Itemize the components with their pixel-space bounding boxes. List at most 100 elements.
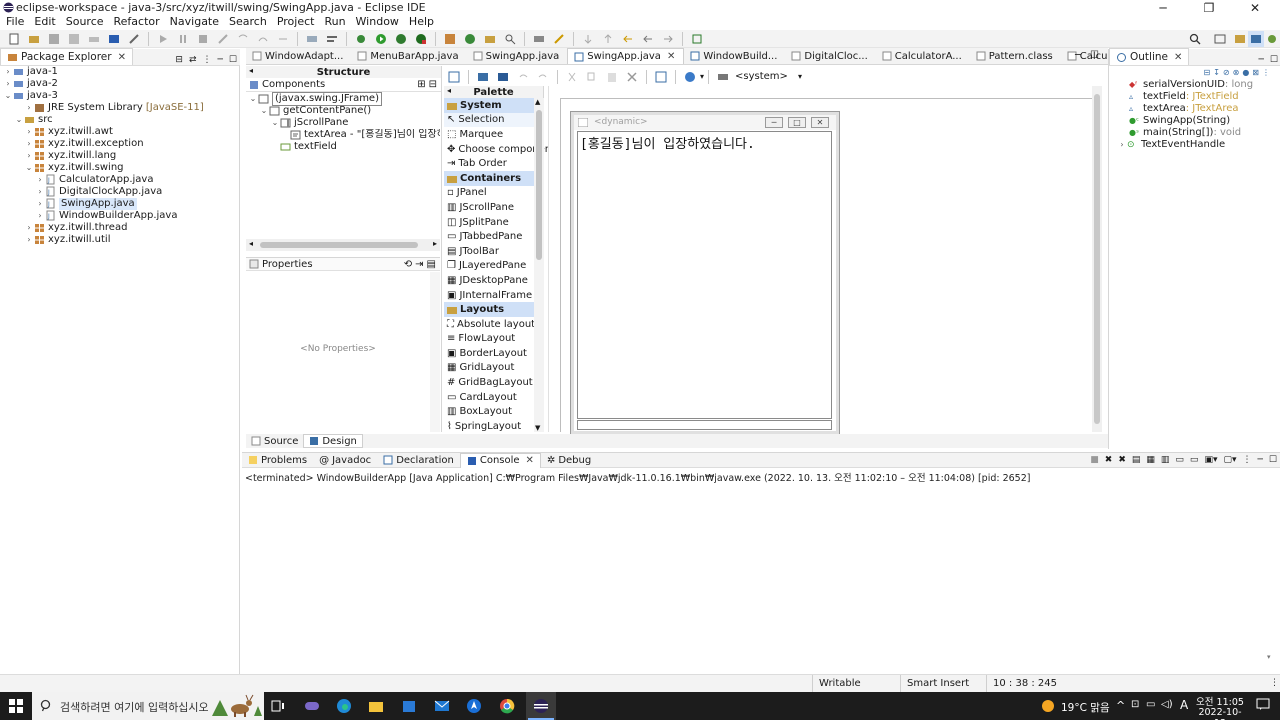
- cut-icon[interactable]: [564, 69, 580, 85]
- maximize-button[interactable]: ❐: [1186, 0, 1232, 15]
- edge-icon[interactable]: [336, 698, 352, 714]
- tree-item-java-file[interactable]: › J CalculatorApp.java: [35, 174, 239, 186]
- menu-help[interactable]: Help: [404, 15, 439, 29]
- jframe-preview[interactable]: <dynamic> ─ □ ✕ [홍길동]님이 입장하였습니다.: [570, 111, 840, 435]
- test-gui-icon[interactable]: [446, 69, 462, 85]
- clear-console-icon[interactable]: ▤: [1129, 455, 1144, 465]
- minimize-view-icon[interactable]: ─: [1256, 55, 1267, 65]
- new-java-class-icon[interactable]: [462, 31, 478, 47]
- scroll-lock-icon[interactable]: ▦: [1143, 455, 1158, 465]
- tree-item-project[interactable]: ⌄ java-3: [3, 90, 239, 102]
- menu-refactor[interactable]: Refactor: [109, 15, 165, 29]
- component-scroll-pane[interactable]: ⌄ jScrollPane: [270, 117, 441, 129]
- outline-field[interactable]: ▵ textArea : JTextArea: [1129, 103, 1280, 115]
- component-text-area[interactable]: textArea - "[홍길동]님이 입장하였습니: [290, 129, 440, 141]
- view-menu-icon[interactable]: ⋮: [1262, 68, 1270, 77]
- editor-tab[interactable]: WindowBuild...: [684, 48, 785, 64]
- palette-item-gridbaglayout[interactable]: # GridBagLayout: [444, 375, 534, 390]
- text-area-preview[interactable]: [홍길동]님이 입장하였습니다.: [577, 131, 832, 419]
- tree-item-java-file-selected[interactable]: › J SwingApp.java: [35, 198, 239, 210]
- pinned-app-icon[interactable]: [466, 698, 482, 714]
- prev-annotation-icon[interactable]: [600, 31, 616, 47]
- console-scroll-down-icon[interactable]: ▾: [1267, 653, 1277, 665]
- tray-overflow-icon[interactable]: ^: [1116, 699, 1125, 712]
- look-and-feel-dropdown-icon[interactable]: ▾: [700, 72, 704, 81]
- save-icon[interactable]: [46, 31, 62, 47]
- maximize-view-icon[interactable]: ☐: [1267, 55, 1280, 65]
- file-explorer-icon[interactable]: [368, 698, 384, 714]
- editor-tab[interactable]: CalculatorA...: [1061, 48, 1108, 64]
- pin-editor-icon[interactable]: [689, 31, 705, 47]
- open-folder-icon[interactable]: [482, 31, 498, 47]
- properties-v-scrollbar[interactable]: [430, 272, 440, 432]
- menu-run[interactable]: Run: [319, 15, 350, 29]
- component-jframe[interactable]: ⌄ (javax.swing.JFrame): [248, 92, 441, 106]
- editor-tab[interactable]: CalculatorA...: [876, 48, 970, 64]
- delete-icon[interactable]: [624, 69, 640, 85]
- eclipse-task-active[interactable]: [526, 692, 556, 720]
- open-type-icon[interactable]: [26, 31, 42, 47]
- forward-icon[interactable]: [660, 31, 676, 47]
- close-tab-icon[interactable]: ✕: [526, 455, 534, 466]
- convert-icon[interactable]: [495, 69, 511, 85]
- palette-item-jtoolbar[interactable]: ▤ JToolBar: [444, 244, 534, 259]
- package-explorer-tab[interactable]: Package Explorer ✕: [0, 48, 133, 65]
- external-tools-icon[interactable]: [413, 31, 429, 47]
- word-wrap-icon[interactable]: [324, 31, 340, 47]
- skip-breakpoints-icon[interactable]: [126, 31, 142, 47]
- toggle-icon[interactable]: [304, 31, 320, 47]
- step-into-icon[interactable]: [235, 31, 251, 47]
- paste-icon[interactable]: [604, 69, 620, 85]
- ime-indicator[interactable]: A: [1180, 698, 1188, 712]
- minimize-view-icon[interactable]: ─: [215, 55, 226, 65]
- java-perspective-icon[interactable]: [1248, 30, 1264, 47]
- search-tool-icon[interactable]: [502, 31, 518, 47]
- step-over-icon[interactable]: [255, 31, 271, 47]
- layout-assistant-icon[interactable]: [653, 69, 669, 85]
- sort-icon[interactable]: ↧: [1213, 68, 1220, 77]
- source-tab[interactable]: Source: [246, 436, 303, 447]
- maximize-editor-icon[interactable]: ☐: [1090, 50, 1099, 61]
- outline-tab[interactable]: Outline ✕: [1109, 48, 1190, 65]
- terminate-icon[interactable]: [195, 31, 211, 47]
- coverage-icon[interactable]: [393, 31, 409, 47]
- word-wrap-console-icon[interactable]: ▥: [1158, 455, 1173, 465]
- tray-app-icon[interactable]: ▭: [1146, 699, 1155, 710]
- link-editor-icon[interactable]: ⇄: [186, 55, 200, 65]
- palette-item-jscrollpane[interactable]: ▥ JScrollPane: [444, 200, 534, 215]
- tree-item-java-file[interactable]: › J DigitalClockApp.java: [35, 186, 239, 198]
- problems-tab[interactable]: Problems: [242, 455, 313, 466]
- tree-item-package[interactable]: › xyz.itwill.thread: [24, 222, 239, 234]
- text-field-preview[interactable]: [577, 420, 832, 430]
- undo-icon[interactable]: [515, 69, 531, 85]
- clock-date[interactable]: 2022-10-13: [1194, 707, 1246, 720]
- debug-tab[interactable]: ✲ Debug: [541, 455, 597, 466]
- menu-source[interactable]: Source: [61, 15, 109, 29]
- canvas-v-scrollbar[interactable]: [1092, 86, 1102, 432]
- palette-item-jpanel[interactable]: ▫ JPanel: [444, 186, 534, 201]
- palette-item-tab-order[interactable]: ⇥ Tab Order: [444, 156, 534, 171]
- view-menu-icon[interactable]: ⋮: [200, 55, 215, 65]
- component-content-pane[interactable]: ⌄ getContentPane(): [259, 105, 441, 117]
- new-java-package-icon[interactable]: [442, 31, 458, 47]
- outline-field[interactable]: ◆ᶠ serialVersionUID : long: [1129, 79, 1280, 91]
- palette-item-springlayout[interactable]: ⌇ SpringLayout: [444, 419, 534, 434]
- goto-definition-icon[interactable]: ⇥: [415, 259, 423, 270]
- console-output[interactable]: [242, 493, 1278, 673]
- view-menu-icon[interactable]: ⋮: [1240, 455, 1255, 465]
- network-icon[interactable]: ⊡: [1131, 699, 1139, 710]
- minimize-button[interactable]: ─: [1140, 0, 1186, 15]
- palette-category-system[interactable]: System: [444, 98, 534, 113]
- palette-item-choose-component[interactable]: ✥ Choose component: [444, 142, 555, 157]
- console-tab[interactable]: Console ✕: [459, 452, 541, 468]
- externalize-strings-icon[interactable]: [475, 69, 491, 85]
- tree-item-project[interactable]: › java-1: [3, 66, 239, 78]
- editor-tab[interactable]: Pattern.class: [970, 48, 1061, 64]
- palette-item-jinternalframe[interactable]: ▣ JInternalFrame: [444, 288, 534, 303]
- palette-item-gridlayout[interactable]: ▦ GridLayout: [444, 361, 534, 376]
- tree-item-project[interactable]: › java-2: [3, 78, 239, 90]
- palette-item-cardlayout[interactable]: ▭ CardLayout: [444, 390, 534, 405]
- maximize-view-icon[interactable]: ☐: [226, 55, 240, 65]
- palette-item-borderlayout[interactable]: ▣ BorderLayout: [444, 346, 534, 361]
- pen-icon[interactable]: [551, 31, 567, 47]
